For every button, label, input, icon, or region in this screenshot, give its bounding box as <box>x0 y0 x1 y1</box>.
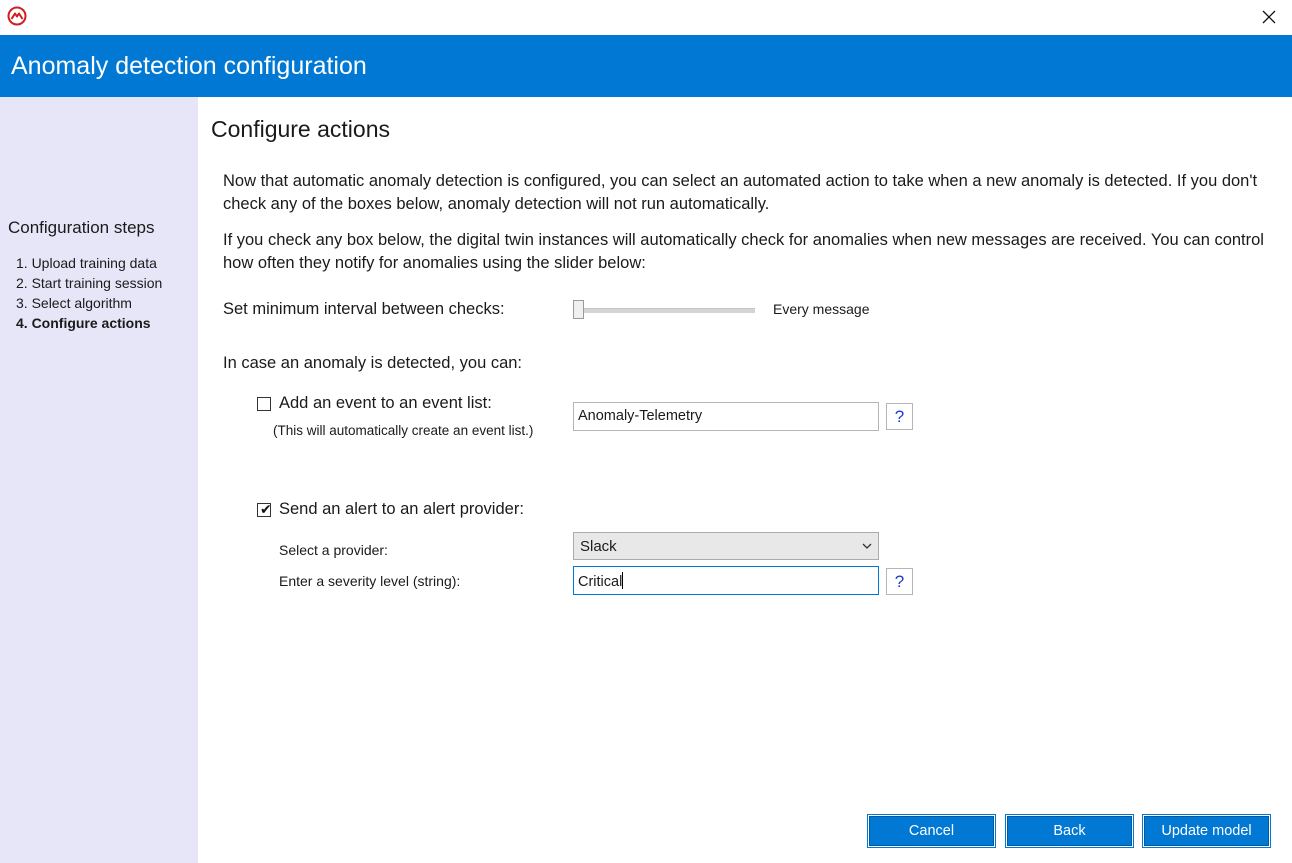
back-button[interactable]: Back <box>1005 814 1134 848</box>
steps-list: 1. Upload training data 2. Start trainin… <box>16 253 162 333</box>
steps-title: Configuration steps <box>8 218 155 237</box>
header-banner: Anomaly detection configuration <box>0 35 1292 97</box>
dialog-title: Anomaly detection configuration <box>11 52 367 80</box>
provider-select[interactable]: Slack <box>573 532 879 560</box>
interval-slider[interactable] <box>573 297 755 323</box>
step-upload-training-data: 1. Upload training data <box>16 255 157 271</box>
close-icon[interactable] <box>1254 2 1284 32</box>
interval-value-label: Every message <box>773 301 870 317</box>
dialog-window: Anomaly detection configuration Configur… <box>0 0 1292 863</box>
cancel-button[interactable]: Cancel <box>867 814 996 848</box>
event-list-hint: (This will automatically create an event… <box>273 423 534 438</box>
event-list-help-button[interactable]: ? <box>886 403 913 430</box>
app-logo-icon <box>7 6 27 26</box>
main-panel: Configure actions Now that automatic ano… <box>198 97 1292 863</box>
anomaly-actions-label: In case an anomaly is detected, you can: <box>223 354 523 372</box>
event-list-checkbox[interactable] <box>257 397 271 411</box>
severity-input-value: Critical <box>578 574 623 590</box>
sidebar: Configuration steps 1. Upload training d… <box>0 97 198 863</box>
event-list-label[interactable]: Add an event to an event list: <box>279 394 492 413</box>
severity-label: Enter a severity level (string): <box>279 573 461 589</box>
severity-input[interactable]: Critical <box>573 566 879 595</box>
alert-provider-label[interactable]: Send an alert to an alert provider: <box>279 500 524 519</box>
chevron-down-icon <box>861 539 873 556</box>
interval-label: Set minimum interval between checks: <box>223 300 505 318</box>
checkmark-icon: ✔ <box>260 501 272 517</box>
provider-selected-value: Slack <box>580 538 617 555</box>
text-cursor <box>622 572 624 589</box>
page-title: Configure actions <box>211 116 390 142</box>
event-list-name-input[interactable]: Anomaly-Telemetry <box>573 402 879 431</box>
step-configure-actions: 4. Configure actions <box>16 315 151 331</box>
severity-help-button[interactable]: ? <box>886 568 913 595</box>
slider-thumb[interactable] <box>573 300 584 319</box>
provider-label: Select a provider: <box>279 542 388 558</box>
step-select-algorithm: 3. Select algorithm <box>16 295 132 311</box>
title-bar <box>0 0 1292 35</box>
step-start-training-session: 2. Start training session <box>16 275 163 291</box>
alert-provider-checkbox[interactable]: ✔ <box>257 501 272 517</box>
update-model-button[interactable]: Update model <box>1142 814 1271 848</box>
description-text: Now that automatic anomaly detection is … <box>223 172 1258 213</box>
slider-description-text: If you check any box below, the digital … <box>223 231 1264 272</box>
slider-track[interactable] <box>573 308 755 313</box>
